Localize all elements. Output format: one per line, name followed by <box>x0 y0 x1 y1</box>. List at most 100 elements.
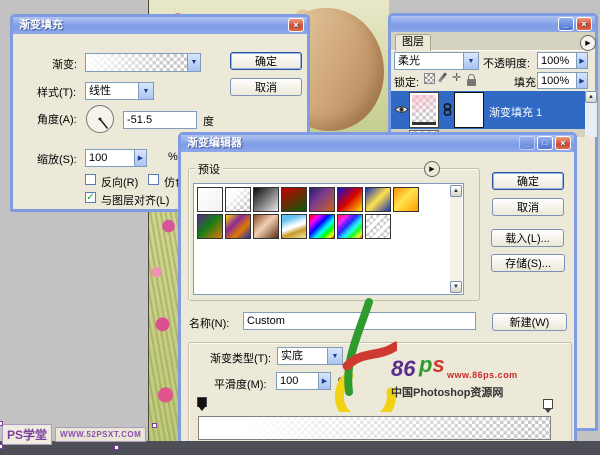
scroll-up-icon[interactable]: ▲ <box>450 185 462 197</box>
scale-input[interactable]: 100 <box>85 149 135 167</box>
reverse-checkbox[interactable] <box>85 174 96 185</box>
layer-row-gradient-fill[interactable]: 渐变填充 1 <box>391 91 585 129</box>
reverse-label: 反向(R) <box>101 174 138 190</box>
cancel-button[interactable]: 取消 <box>230 78 302 96</box>
scroll-up-icon[interactable]: ▲ <box>585 91 597 103</box>
layer-name[interactable]: 渐变填充 1 <box>489 104 542 120</box>
style-select[interactable]: 线性 <box>85 82 139 100</box>
presets-label: 预设 <box>195 161 223 177</box>
close-icon[interactable]: × <box>288 18 304 32</box>
fill-input[interactable]: 100% <box>537 72 577 89</box>
presets-scrollbar[interactable]: ▲ ▼ <box>450 185 462 293</box>
gradient-preview-swatch[interactable] <box>85 53 188 72</box>
align-checkbox[interactable]: ✓ <box>85 192 96 203</box>
angle-label: 角度(A): <box>37 111 77 127</box>
gradient-preset-white-to-transparent[interactable] <box>225 187 251 212</box>
blend-mode-select[interactable]: 柔光 <box>394 52 464 70</box>
smoothness-label: 平滑度(M): <box>214 376 267 392</box>
angle-input[interactable]: -51.5 <box>123 111 197 129</box>
gradient-edit-bar[interactable] <box>198 416 551 440</box>
opacity-label: 不透明度: <box>483 55 530 71</box>
opacity-spinner-icon[interactable]: ▶ <box>576 52 588 69</box>
dialog-title: 渐变编辑器 <box>187 137 242 149</box>
chevron-down-icon[interactable]: ▼ <box>138 82 154 100</box>
layer-thumbnail[interactable] <box>410 93 438 127</box>
gradient-editor-dialog: 渐变编辑器 _ □ × 预设 ▶ ▲ ▼ 确定 取消 载入(L)... 存储(S… <box>178 132 577 443</box>
presets-menu-icon[interactable]: ▶ <box>424 161 440 177</box>
scale-label: 缩放(S): <box>37 151 77 167</box>
gradient-preset-red-to-green[interactable] <box>281 187 307 212</box>
gradient-preset-copper[interactable] <box>253 214 279 239</box>
gradient-preset-black-to-white[interactable] <box>253 187 279 212</box>
presets-list: ▲ ▼ <box>193 183 464 295</box>
lock-label: 锁定: <box>394 74 419 90</box>
scale-unit: % <box>168 151 178 163</box>
gradient-preset-foreground-to-background-white[interactable] <box>197 187 223 212</box>
mask-link-icon[interactable] <box>443 103 452 119</box>
gradient-editor-titlebar[interactable]: 渐变编辑器 _ □ × <box>181 135 574 152</box>
cancel-button[interactable]: 取消 <box>492 198 564 216</box>
name-input[interactable]: Custom <box>243 312 476 330</box>
minimize-icon[interactable]: _ <box>558 17 574 31</box>
gradient-preset-chrome[interactable] <box>281 214 307 239</box>
fill-spinner-icon[interactable]: ▶ <box>576 72 588 89</box>
scroll-down-icon[interactable]: ▼ <box>450 281 462 293</box>
tab-layers[interactable]: 图层 <box>395 34 431 51</box>
gradient-type-label: 渐变类型(T): <box>210 350 271 366</box>
eye-icon[interactable] <box>394 104 409 118</box>
opacity-stop-left[interactable] <box>197 397 207 407</box>
gradient-preset-transparent-stripes[interactable] <box>365 214 391 239</box>
selection-handle[interactable] <box>0 421 3 426</box>
selection-handle[interactable] <box>114 445 119 450</box>
corner-watermark-name: PS学堂 <box>2 424 52 445</box>
layers-panel-titlebar[interactable]: _ × <box>391 16 595 33</box>
lock-transparency-icon[interactable] <box>424 73 435 84</box>
ok-button[interactable]: 确定 <box>492 172 564 190</box>
angle-dial[interactable] <box>85 104 115 137</box>
gradient-preset-blue-red-yellow[interactable] <box>337 187 363 212</box>
gradient-type-select[interactable]: 实底 <box>277 347 328 365</box>
watermark-corner: PS学堂 WWW.52PSXT.COM <box>2 424 146 445</box>
lock-all-icon[interactable] <box>467 79 476 86</box>
gradient-preset-violet-green-orange[interactable] <box>197 214 223 239</box>
load-button[interactable]: 载入(L)... <box>491 229 564 247</box>
corner-watermark-url: WWW.52PSXT.COM <box>55 427 146 442</box>
selection-handle[interactable] <box>152 423 157 428</box>
smoothness-input[interactable]: 100 <box>276 372 319 390</box>
minimize-icon[interactable]: _ <box>519 136 535 150</box>
chevron-down-icon[interactable]: ▼ <box>463 52 479 70</box>
gradient-preset-spectrum[interactable] <box>309 214 335 239</box>
name-label: 名称(N): <box>189 315 229 331</box>
gradient-fill-titlebar[interactable]: 渐变填充 × <box>13 17 307 34</box>
new-button[interactable]: 新建(W) <box>492 313 567 331</box>
gradient-preset-yellow-violet-orange-blue[interactable] <box>225 214 251 239</box>
close-icon[interactable]: × <box>576 17 592 31</box>
dither-checkbox[interactable] <box>148 174 159 185</box>
close-icon[interactable]: × <box>555 136 571 150</box>
scale-spinner-icon[interactable]: ▶ <box>134 149 147 167</box>
opacity-stop-right[interactable] <box>543 399 553 409</box>
angle-unit: 度 <box>203 113 214 129</box>
layer-mask-thumbnail[interactable] <box>455 93 483 127</box>
style-label: 样式(T): <box>37 84 76 100</box>
gradient-preset-blue-yellow-blue[interactable] <box>365 187 391 212</box>
gradient-preset-orange-yellow-orange[interactable] <box>393 187 419 212</box>
chevron-down-icon[interactable]: ▼ <box>327 347 343 365</box>
smoothness-spinner-icon[interactable]: ▶ <box>318 372 331 390</box>
lock-paint-icon[interactable] <box>438 72 447 83</box>
smoothness-unit: % <box>338 376 348 388</box>
gradient-dropdown-icon[interactable]: ▼ <box>187 53 201 72</box>
lock-position-icon[interactable]: ✛ <box>452 73 461 84</box>
gradient-label: 渐变: <box>52 56 77 72</box>
maximize-icon[interactable]: □ <box>537 136 553 150</box>
save-button[interactable]: 存储(S)... <box>491 254 565 272</box>
ok-button[interactable]: 确定 <box>230 52 302 70</box>
panel-menu-icon[interactable]: ▶ <box>580 35 596 51</box>
selection-handle[interactable] <box>0 444 3 449</box>
layers-scrollbar[interactable]: ▲ <box>585 91 597 137</box>
opacity-input[interactable]: 100% <box>537 52 577 69</box>
layers-panel-tabrow: 图层 <box>391 32 595 51</box>
dialog-title: 渐变填充 <box>19 19 63 31</box>
gradient-preset-violet-to-orange[interactable] <box>309 187 335 212</box>
gradient-preset-transparent-rainbow[interactable] <box>337 214 363 239</box>
